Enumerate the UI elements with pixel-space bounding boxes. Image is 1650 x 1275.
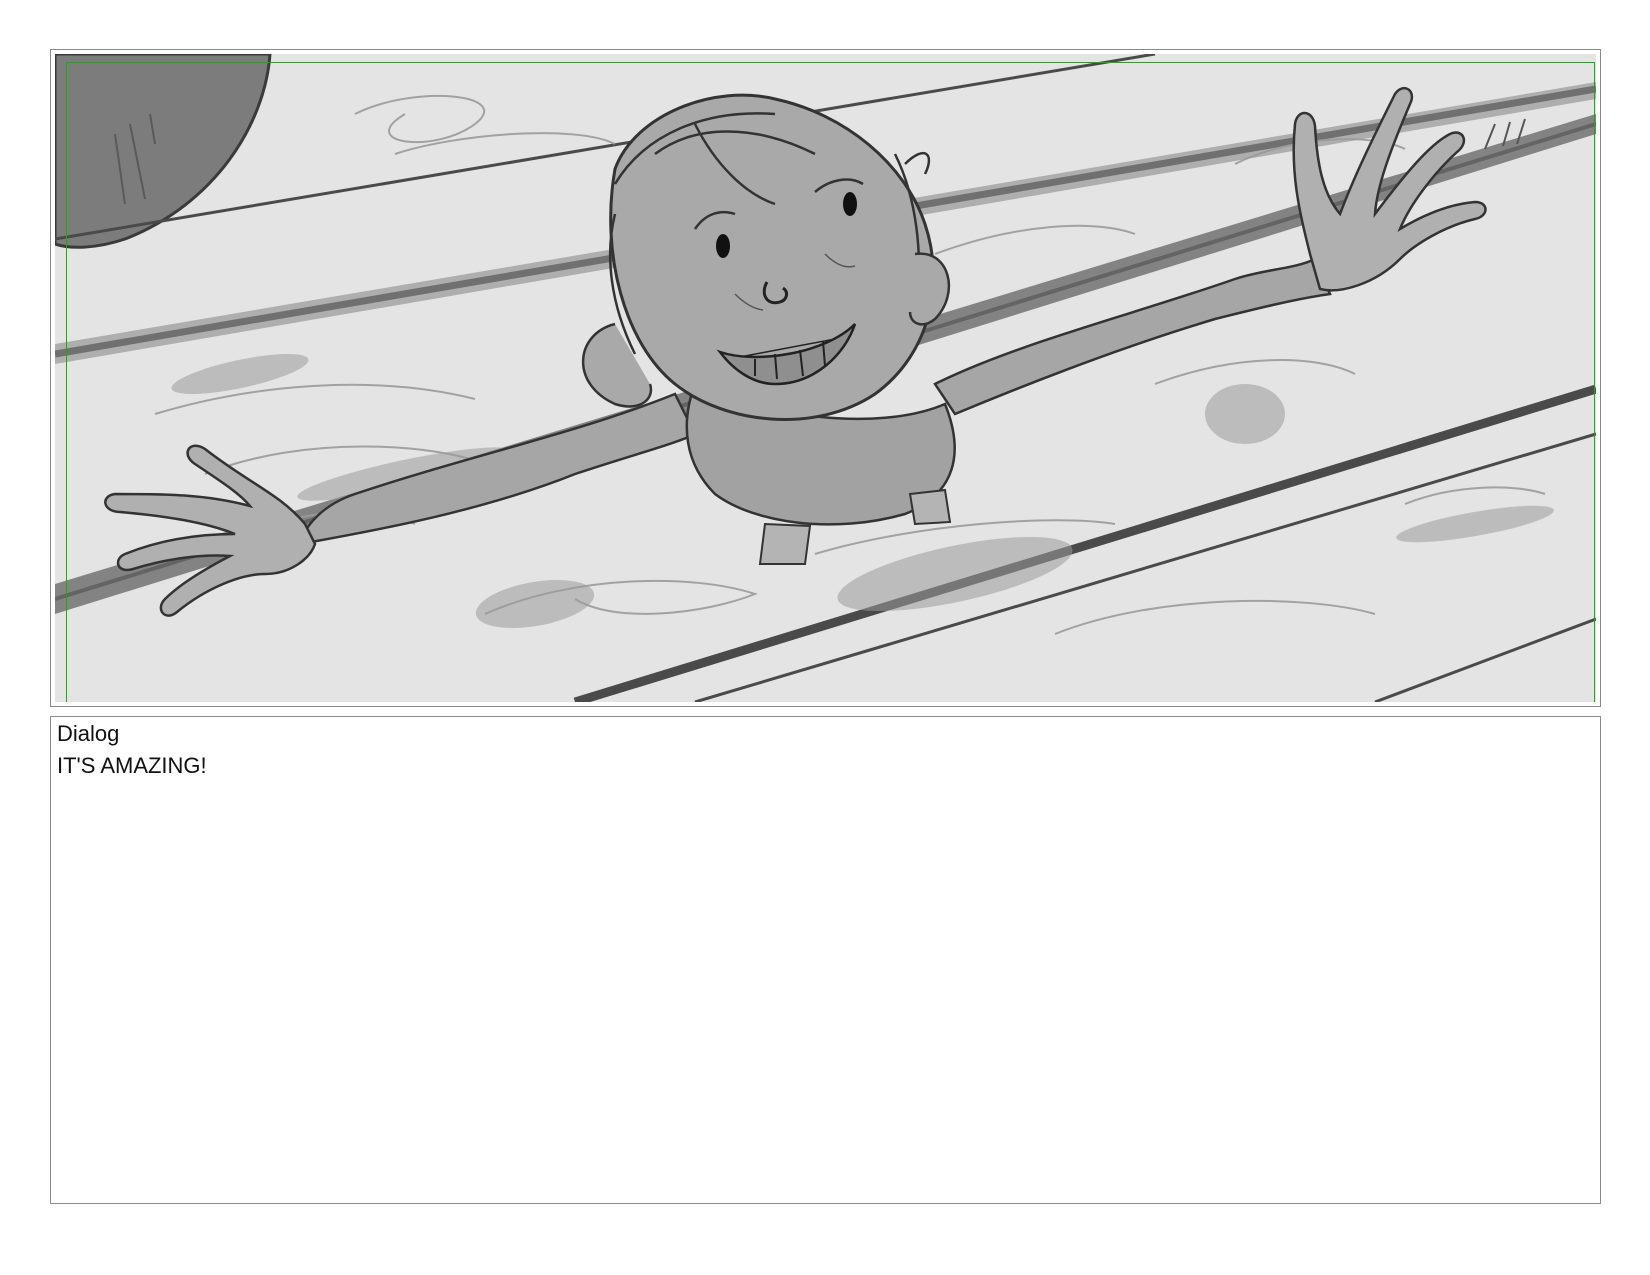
eye-right [843,192,857,216]
dialog-text: IT'S AMAZING! [57,753,207,778]
storyboard-panel-image [55,54,1596,702]
storyboard-panel-frame [50,49,1601,707]
eye-left [716,234,730,258]
foot-right [908,488,952,526]
sketch-child-on-wood-floor [55,54,1596,702]
dialog-label: Dialog [57,721,120,746]
dialog-box: Dialog IT'S AMAZING! [50,716,1601,1204]
foot-left [758,522,812,565]
